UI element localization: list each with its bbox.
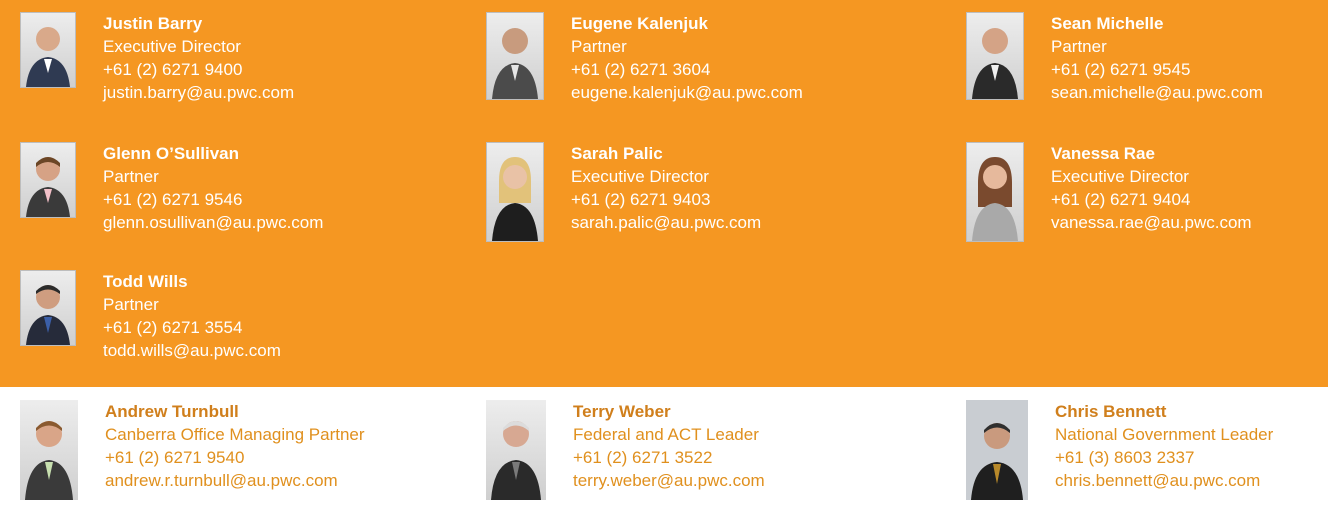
portrait-photo [20,12,76,88]
leader-email-link[interactable]: chris.bennett@au.pwc.com [1055,469,1273,492]
leader-title: Canberra Office Managing Partner [105,425,365,444]
contact-email-link[interactable]: todd.wills@au.pwc.com [103,339,281,362]
portrait-photo [486,142,544,242]
contact-card: Sean Michelle Partner +61 (2) 6271 9545 … [966,12,1263,104]
leader-card: Chris Bennett National Government Leader… [966,400,1273,500]
portrait-photo [20,142,76,218]
contact-phone: +61 (2) 6271 9546 [103,190,243,209]
contact-title: Executive Director [103,37,241,56]
contact-phone: +61 (2) 6271 3604 [571,60,711,79]
contact-title: Partner [1051,37,1107,56]
leader-email-link[interactable]: andrew.r.turnbull@au.pwc.com [105,469,365,492]
contact-name: Justin Barry [103,14,203,33]
contact-name: Vanessa Rae [1051,144,1155,163]
contact-phone: +61 (2) 6271 9545 [1051,60,1191,79]
contact-card: Justin Barry Executive Director +61 (2) … [20,12,294,104]
leader-phone: +61 (2) 6271 3522 [573,448,713,467]
portrait-photo [486,400,546,500]
leader-name: Andrew Turnbull [105,402,239,421]
contact-name: Eugene Kalenjuk [571,14,708,33]
contact-card: Todd Wills Partner +61 (2) 6271 3554 tod… [20,270,281,362]
contact-name: Sarah Palic [571,144,663,163]
contact-name: Todd Wills [103,272,188,291]
contact-email-link[interactable]: justin.barry@au.pwc.com [103,81,294,104]
contact-card: Sarah Palic Executive Director +61 (2) 6… [486,142,761,242]
portrait-photo [20,270,76,346]
leader-card: Terry Weber Federal and ACT Leader +61 (… [486,400,765,500]
leader-card: Andrew Turnbull Canberra Office Managing… [20,400,365,500]
leader-phone: +61 (3) 8603 2337 [1055,448,1195,467]
contact-phone: +61 (2) 6271 9400 [103,60,243,79]
portrait-photo [486,12,544,100]
contact-title: Executive Director [571,167,709,186]
contact-card: Eugene Kalenjuk Partner +61 (2) 6271 360… [486,12,803,104]
portrait-photo [966,400,1028,500]
portrait-photo [966,12,1024,100]
leader-title: Federal and ACT Leader [573,425,759,444]
contact-email-link[interactable]: vanessa.rae@au.pwc.com [1051,211,1252,234]
contact-email-link[interactable]: sean.michelle@au.pwc.com [1051,81,1263,104]
contact-title: Partner [571,37,627,56]
contact-name: Glenn O’Sullivan [103,144,240,163]
contact-phone: +61 (2) 6271 9403 [571,190,711,209]
contact-name: Sean Michelle [1051,14,1164,33]
contact-card: Vanessa Rae Executive Director +61 (2) 6… [966,142,1252,242]
contact-phone: +61 (2) 6271 9404 [1051,190,1191,209]
leader-phone: +61 (2) 6271 9540 [105,448,245,467]
leader-name: Chris Bennett [1055,402,1167,421]
contact-title: Partner [103,167,159,186]
leader-email-link[interactable]: terry.weber@au.pwc.com [573,469,765,492]
portrait-photo [20,400,78,500]
contact-email-link[interactable]: eugene.kalenjuk@au.pwc.com [571,81,803,104]
leader-name: Terry Weber [573,402,671,421]
contact-title: Partner [103,295,159,314]
contact-email-link[interactable]: sarah.palic@au.pwc.com [571,211,761,234]
contact-title: Executive Director [1051,167,1189,186]
portrait-photo [966,142,1024,242]
leader-title: National Government Leader [1055,425,1274,444]
contact-email-link[interactable]: glenn.osullivan@au.pwc.com [103,211,323,234]
contact-card: Glenn O’Sullivan Partner +61 (2) 6271 95… [20,142,323,234]
contact-phone: +61 (2) 6271 3554 [103,318,243,337]
